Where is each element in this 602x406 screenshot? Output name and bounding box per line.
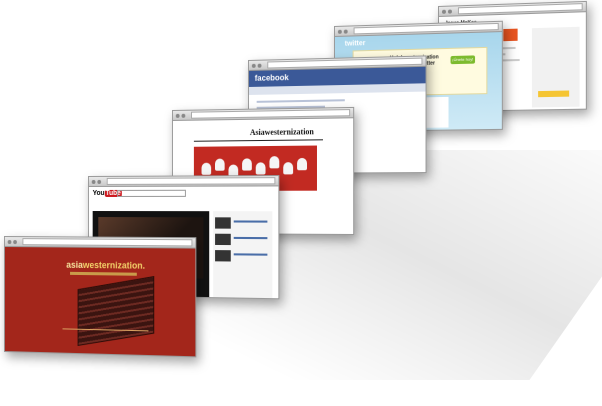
window-chrome	[88, 176, 279, 187]
minimize-dot-icon[interactable]	[13, 239, 17, 244]
blog-title[interactable]: Asiawesternization	[250, 127, 314, 137]
facebook-logo[interactable]: facebook	[255, 73, 289, 83]
red-site-page: asiawesternization.	[4, 247, 196, 357]
collage-stage: Jesus McKee twitter ¡Hola! westernizatio…	[0, 0, 602, 406]
site-logo-prefix: asia	[66, 259, 83, 270]
minimize-dot-icon[interactable]	[181, 113, 186, 118]
silhouette	[297, 157, 308, 171]
site-logo-main: westernization.	[82, 259, 146, 271]
close-dot-icon[interactable]	[91, 179, 96, 184]
youtube-logo-you: You	[92, 189, 105, 197]
profile-action-button[interactable]	[538, 90, 570, 98]
minimize-dot-icon[interactable]	[447, 9, 452, 14]
silhouette	[269, 156, 280, 169]
profile-avatar-icon	[503, 28, 518, 42]
silhouette	[283, 162, 294, 175]
address-bar[interactable]	[191, 109, 351, 119]
site-nav[interactable]	[62, 328, 149, 338]
silhouette	[242, 158, 252, 171]
close-dot-icon[interactable]	[337, 29, 342, 34]
youtube-search-input[interactable]	[117, 189, 186, 197]
close-dot-icon[interactable]	[441, 9, 446, 14]
join-today-button[interactable]: ¡Únete hoy!	[450, 55, 476, 65]
video-thumbnail[interactable]	[215, 217, 231, 229]
site-logo[interactable]: asiawesternization.	[66, 260, 145, 271]
twitter-logo[interactable]: twitter	[345, 40, 366, 48]
minimize-dot-icon[interactable]	[257, 63, 262, 68]
silhouette	[214, 158, 225, 171]
close-dot-icon[interactable]	[251, 63, 256, 68]
video-link[interactable]	[233, 236, 268, 240]
video-thumbnail[interactable]	[215, 233, 231, 246]
video-link[interactable]	[233, 253, 268, 256]
silhouette	[255, 162, 266, 175]
minimize-dot-icon[interactable]	[343, 29, 348, 34]
close-dot-icon[interactable]	[175, 113, 180, 118]
browser-window-red-site[interactable]: asiawesternization.	[4, 236, 197, 358]
close-dot-icon[interactable]	[7, 239, 12, 244]
address-bar[interactable]	[106, 177, 276, 185]
silhouette	[201, 162, 212, 175]
site-tagline	[70, 271, 137, 276]
minimize-dot-icon[interactable]	[97, 179, 102, 184]
video-thumbnail[interactable]	[215, 250, 231, 262]
address-bar[interactable]	[22, 238, 193, 247]
text-line	[256, 99, 345, 103]
title-rule	[193, 139, 323, 142]
video-link[interactable]	[233, 220, 268, 223]
